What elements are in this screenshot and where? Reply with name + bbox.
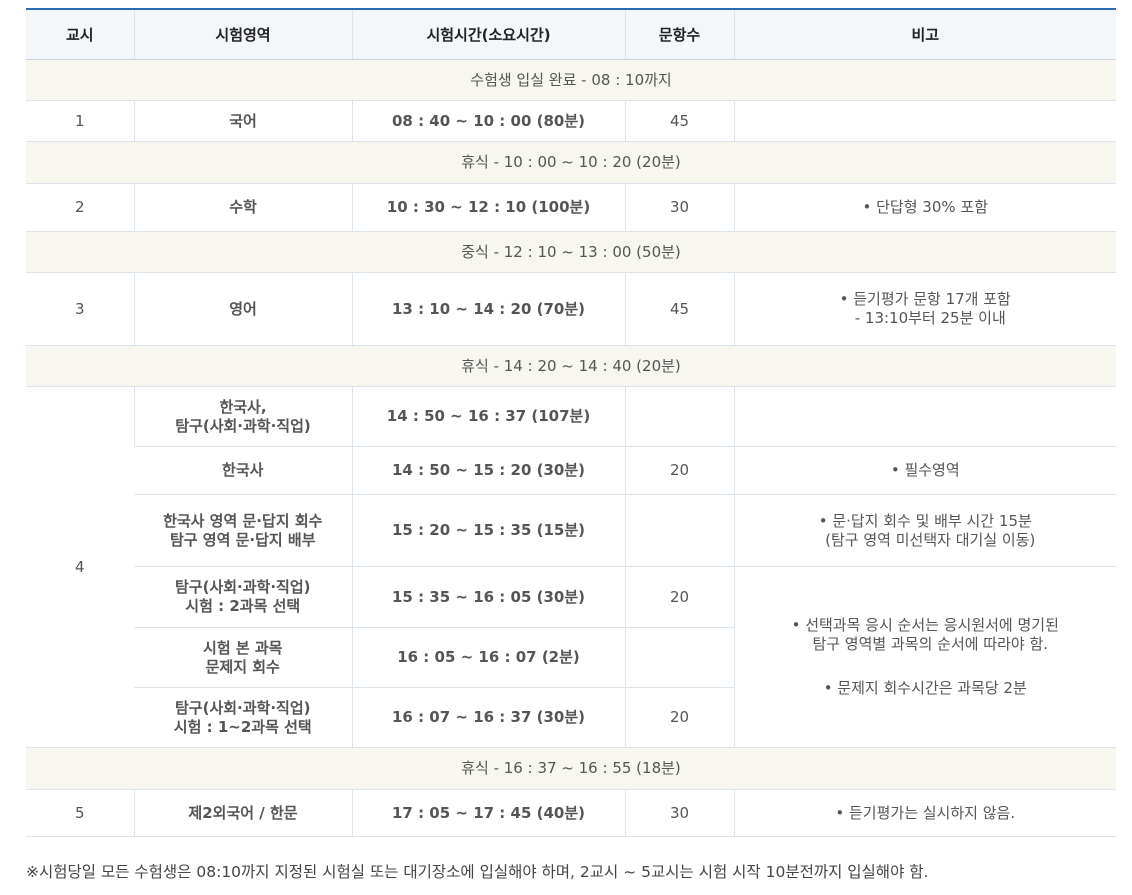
band-row: 중식 - 12 : 10 ~ 13 : 00 (50분) xyxy=(26,231,1116,273)
note-line: • 선택과목 응시 순서는 응시원서에 명기된 xyxy=(791,616,1059,634)
table-row: 탐구(사회·과학·직업) 시험 : 2과목 선택 15 : 35 ~ 16 : … xyxy=(26,566,1116,748)
band-break: 휴식 - 16 : 37 ~ 16 : 55 (18분) xyxy=(26,747,1116,790)
time-cell: 16 : 07 ~ 16 : 37 (30분) xyxy=(351,687,625,748)
page: { "headers": ["교시", "시험영역", "시험시간(소요시간)"… xyxy=(0,0,1132,895)
band-row: 휴식 - 16 : 37 ~ 16 : 55 (18분) xyxy=(26,747,1116,790)
time-cell: 16 : 05 ~ 16 : 07 (2분) xyxy=(351,627,625,688)
band-row: 휴식 - 10 : 00 ~ 10 : 20 (20분) xyxy=(26,141,1116,184)
header-period: 교시 xyxy=(26,9,134,60)
subject-line: 탐구 영역 문·답지 배부 xyxy=(169,530,316,549)
subject-line: 시험 : 2과목 선택 xyxy=(185,597,301,615)
band-break: 휴식 - 10 : 00 ~ 10 : 20 (20분) xyxy=(26,141,1116,184)
subject-cell: 한국사, 탐구(사회·과학·직업) xyxy=(133,386,352,447)
count-cell xyxy=(624,386,734,447)
note-cell: • 선택과목 응시 순서는 응시원서에 명기된 탐구 영역별 과목의 순서에 따… xyxy=(733,566,1116,748)
note-cell: • 문·답지 회수 및 배부 시간 15분 (탐구 영역 미선택자 대기실 이동… xyxy=(733,494,1116,567)
subject-line: 시험 : 1~2과목 선택 xyxy=(173,717,312,736)
count-cell: 20 xyxy=(624,446,734,495)
band-lunch: 중식 - 12 : 10 ~ 13 : 00 (50분) xyxy=(26,231,1116,273)
subject-line: 탐구(사회·과학·직업) xyxy=(174,698,311,717)
subject-line: 탐구(사회·과학·직업) xyxy=(175,416,311,435)
note-line: 탐구 영역별 과목의 순서에 따라야 함. xyxy=(812,635,1049,653)
band-row: 휴식 - 14 : 20 ~ 14 : 40 (20분) xyxy=(26,345,1116,387)
subject-cell: 탐구(사회·과학·직업) 시험 : 2과목 선택 xyxy=(134,566,352,628)
note-gap xyxy=(741,654,1111,679)
header-count: 문항수 xyxy=(624,9,734,60)
count-cell: 20 xyxy=(624,687,734,748)
subject-line: 문제지 회수 xyxy=(205,657,280,676)
table-row: 4 한국사, 탐구(사회·과학·직업) 14 : 50 ~ 16 : 37 (1… xyxy=(26,386,1116,748)
subject-cell: 한국사 xyxy=(134,446,352,495)
time-cell: 15 : 20 ~ 15 : 35 (15분) xyxy=(351,494,625,567)
period-cell: 3 xyxy=(26,272,134,346)
subject-cell: 국어 xyxy=(133,100,352,142)
table-row: 3 영어 13 : 10 ~ 14 : 20 (70분) 45 • 듣기평가 문… xyxy=(26,272,1116,346)
table-row: 1 국어 08 : 40 ~ 10 : 00 (80분) 45 xyxy=(26,100,1116,142)
subject-cell: 수학 xyxy=(133,183,352,232)
count-cell: 30 xyxy=(624,183,734,232)
band-entry: 수험생 입실 완료 - 08 : 10까지 xyxy=(26,59,1116,101)
table-row: 5 제2외국어 / 한문 17 : 05 ~ 17 : 45 (40분) 30 … xyxy=(26,789,1116,837)
footer-notice: ※시험당일 모든 수험생은 08:10까지 지정된 시험실 또는 대기장소에 입… xyxy=(26,863,929,881)
count-cell: 30 xyxy=(624,789,734,837)
note-cell xyxy=(733,100,1116,142)
count-cell xyxy=(624,494,734,567)
time-cell: 14 : 50 ~ 15 : 20 (30분) xyxy=(351,446,625,495)
note-line: • 문·답지 회수 및 배부 시간 15분 xyxy=(818,511,1032,530)
note-cell: • 듣기평가는 실시하지 않음. xyxy=(733,789,1116,837)
band-row: 수험생 입실 완료 - 08 : 10까지 xyxy=(26,59,1116,101)
subject-line: 한국사 영역 문·답지 회수 xyxy=(163,511,323,530)
header-note: 비고 xyxy=(733,9,1116,60)
subject-cell: 탐구(사회·과학·직업) 시험 : 1~2과목 선택 xyxy=(134,687,352,748)
note-cell xyxy=(733,386,1116,447)
table-row: 한국사 영역 문·답지 회수 탐구 영역 문·답지 배부 15 : 20 ~ 1… xyxy=(26,494,1116,567)
subject-cell: 제2외국어 / 한문 xyxy=(133,789,352,837)
note-cell: • 단답형 30% 포함 xyxy=(733,183,1116,232)
exam-schedule-table: 교시 시험영역 시험시간(소요시간) 문항수 비고 수험생 입실 완료 - 08… xyxy=(26,8,1116,837)
table-row: 2 수학 10 : 30 ~ 12 : 10 (100분) 30 • 단답형 3… xyxy=(26,183,1116,232)
subject-line: 시험 본 과목 xyxy=(203,638,283,657)
period-cell: 4 xyxy=(26,386,134,748)
table-row: 한국사 14 : 50 ~ 15 : 20 (30분) 20 • 필수영역 xyxy=(26,446,1116,495)
note-cell: • 듣기평가 문항 17개 포함 - 13:10부터 25분 이내 xyxy=(733,272,1116,346)
header-row: 교시 시험영역 시험시간(소요시간) 문항수 비고 xyxy=(26,9,1116,60)
header-time: 시험시간(소요시간) xyxy=(351,9,625,60)
time-cell: 10 : 30 ~ 12 : 10 (100분) xyxy=(351,183,625,232)
period-cell: 2 xyxy=(26,183,134,232)
count-cell: 45 xyxy=(624,100,734,142)
count-cell xyxy=(624,627,734,688)
time-cell: 15 : 35 ~ 16 : 05 (30분) xyxy=(351,566,625,628)
note-line: (탐구 영역 미선택자 대기실 이동) xyxy=(825,530,1036,549)
time-cell: 08 : 40 ~ 10 : 00 (80분) xyxy=(351,100,625,142)
time-cell: 17 : 05 ~ 17 : 45 (40분) xyxy=(351,789,625,837)
header-subject: 시험영역 xyxy=(133,9,352,60)
period-cell: 1 xyxy=(26,100,134,142)
period-cell: 5 xyxy=(26,789,134,837)
subject-line: 한국사, xyxy=(219,397,267,416)
note-line: - 13:10부터 25분 이내 xyxy=(854,309,1006,327)
note-cell: • 필수영역 xyxy=(733,446,1116,495)
count-cell: 20 xyxy=(624,566,734,628)
subject-cell: 한국사 영역 문·답지 회수 탐구 영역 문·답지 배부 xyxy=(134,494,352,567)
subject-cell: 영어 xyxy=(133,272,352,346)
count-cell: 45 xyxy=(624,272,734,346)
band-break: 휴식 - 14 : 20 ~ 14 : 40 (20분) xyxy=(26,345,1116,387)
note-line: • 문제지 회수시간은 과목당 2분 xyxy=(823,679,1027,697)
subject-cell: 시험 본 과목 문제지 회수 xyxy=(134,627,352,688)
note-line: • 듣기평가 문항 17개 포함 xyxy=(839,290,1011,308)
time-cell: 14 : 50 ~ 16 : 37 (107분) xyxy=(351,386,625,447)
subject-line: 탐구(사회·과학·직업) xyxy=(174,578,311,596)
time-cell: 13 : 10 ~ 14 : 20 (70분) xyxy=(351,272,625,346)
